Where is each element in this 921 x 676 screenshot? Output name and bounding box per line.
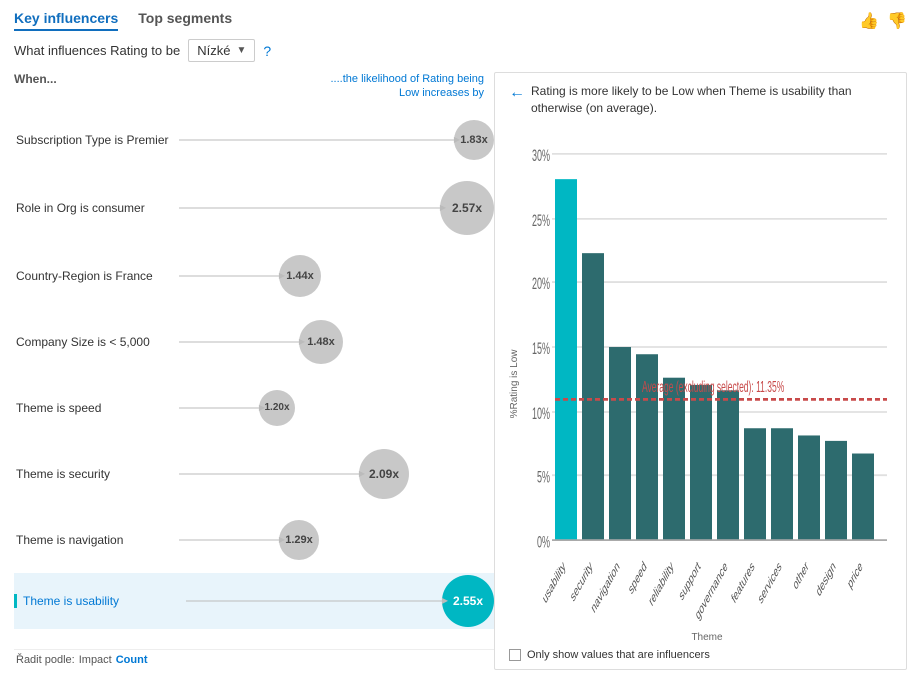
y-axis-label: %Rating is Low [509,125,520,643]
bar-security[interactable] [582,253,604,540]
x-label-support: support [677,557,703,603]
arrow-line [186,600,442,602]
likelihood-header: ....the likelihood of Rating being Low i… [324,72,484,101]
item-label: Theme is security [14,467,179,481]
influencer-item[interactable]: Subscription Type is Premier 1.83x [14,107,494,173]
filter-row: What influences Rating to be Nízké ▼ ? [14,39,907,62]
x-label-reliability: reliability [647,558,675,609]
thumbs-down-icon[interactable]: 👎 [887,11,907,31]
tabs-header: Key influencers Top segments 👍 👎 [14,10,907,31]
column-headers: When... ....the likelihood of Rating bei… [14,72,494,105]
bar-navigation[interactable] [609,347,631,540]
x-label-services: services [756,558,783,607]
average-line-label: Average (excluding selected): 11.35% [642,378,784,395]
x-label-design: design [815,558,838,599]
item-bubble: 2.09x [359,449,409,499]
arrow-line [179,139,454,141]
main-area: When... ....the likelihood of Rating bei… [14,72,907,670]
influencer-item[interactable]: Role in Org is consumer 2.57x [14,173,494,243]
x-label-features: features [730,558,757,606]
item-label: Company Size is < 5,000 [14,335,179,349]
influencer-item[interactable]: Theme is security 2.09x [14,441,494,507]
chart-grid: 30% 25% 20% 15% 10% 5% 0% [522,125,892,630]
svg-text:25%: 25% [532,211,550,230]
chart-inner: 30% 25% 20% 15% 10% 5% 0% [522,125,892,643]
arrow-line [179,473,359,475]
svg-text:20%: 20% [532,274,550,293]
x-label-other: other [791,558,810,593]
checkbox-label: Only show values that are influencers [527,649,710,661]
svg-text:5%: 5% [537,467,550,486]
bar-price[interactable] [852,453,874,540]
when-header: When... [14,72,57,86]
item-bubble: 2.57x [440,181,494,235]
bar-usability[interactable] [555,179,577,540]
item-label: Theme is usability [21,594,186,608]
tabs-list: Key influencers Top segments [14,10,232,31]
thumbs-up-icon[interactable]: 👍 [859,11,879,31]
rating-dropdown[interactable]: Nízké ▼ [188,39,255,62]
chevron-down-icon: ▼ [236,45,246,56]
influencer-item[interactable]: Country-Region is France 1.44x [14,243,494,309]
svg-text:10%: 10% [532,404,550,423]
bar-design[interactable] [825,440,847,539]
left-footer: Řadit podle: Impact Count [14,649,494,670]
item-bubble: 1.48x [299,320,343,364]
influencers-checkbox[interactable] [509,649,521,661]
x-label-speed: speed [627,558,649,597]
arrow-line [179,539,279,541]
item-bubble: 1.29x [279,520,319,560]
item-label: Role in Org is consumer [14,201,179,215]
influencer-list: Subscription Type is Premier 1.83x Role … [14,107,494,647]
item-label: Country-Region is France [14,269,179,283]
x-label-navigation: navigation [589,558,621,616]
tab-top-segments[interactable]: Top segments [138,10,232,31]
right-title: Rating is more likely to be Low when The… [531,83,871,117]
arrow-line [179,275,279,277]
influencer-item[interactable]: Company Size is < 5,000 1.48x [14,309,494,375]
svg-text:0%: 0% [537,532,550,551]
item-bubble: 1.83x [454,120,494,160]
bar-other[interactable] [798,435,820,540]
item-bubble: 1.44x [279,255,321,297]
bar-services[interactable] [771,428,793,540]
svg-text:30%: 30% [532,146,550,165]
bar-reliability[interactable] [663,377,685,539]
x-label-security: security [569,558,595,605]
chart-area: %Rating is Low [509,125,892,643]
checkbox-row: Only show values that are influencers [509,649,892,661]
filter-label: What influences Rating to be [14,43,180,58]
tab-key-influencers[interactable]: Key influencers [14,10,118,31]
tabs-actions: 👍 👎 [859,11,907,31]
bar-governance[interactable] [717,390,739,540]
left-panel: When... ....the likelihood of Rating bei… [14,72,494,670]
item-bubble: 2.55x [442,575,494,627]
sort-label: Řadit podle: [16,654,75,666]
right-panel: ← Rating is more likely to be Low when T… [494,72,907,670]
influencer-item[interactable]: Theme is usability 2.55x [14,573,494,629]
bar-support[interactable] [690,385,712,540]
arrow-line [179,207,440,209]
arrow-line [179,341,299,343]
dropdown-value: Nízké [197,43,230,58]
svg-text:15%: 15% [532,339,550,358]
sort-impact-option[interactable]: Impact [79,654,112,666]
right-header: ← Rating is more likely to be Low when T… [509,83,892,117]
x-label-usability: usability [541,558,568,606]
sort-count-option[interactable]: Count [116,654,148,666]
x-axis-label: Theme [522,632,892,643]
influencer-item[interactable]: Theme is navigation 1.29x [14,507,494,573]
item-label: Theme is speed [14,401,179,415]
arrow-line [179,407,259,409]
bar-chart-svg: 30% 25% 20% 15% 10% 5% 0% [522,125,892,630]
item-label: Subscription Type is Premier [14,133,179,147]
x-label-price: price [846,558,865,591]
back-button[interactable]: ← [509,84,525,102]
highlight-bar [14,594,17,608]
help-icon[interactable]: ? [263,43,271,59]
influencer-item[interactable]: Theme is speed 1.20x [14,375,494,441]
bar-features[interactable] [744,428,766,540]
item-label: Theme is navigation [14,533,179,547]
